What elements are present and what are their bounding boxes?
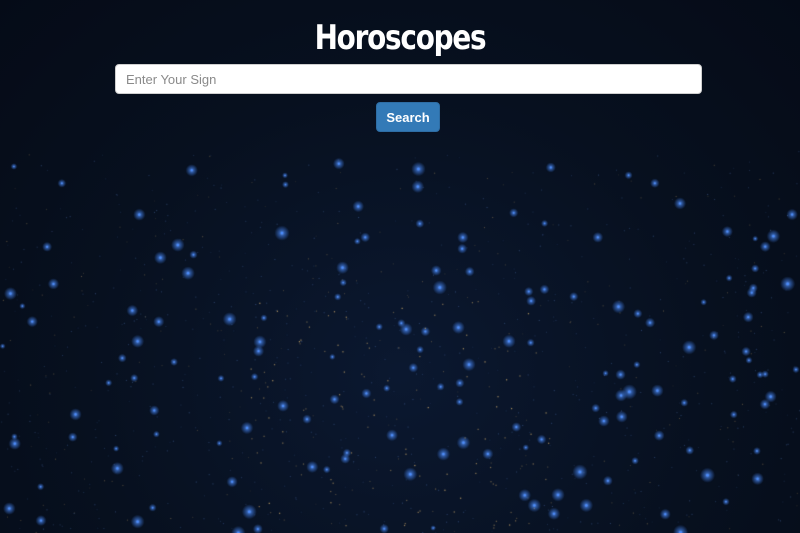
sign-search-input[interactable] — [115, 64, 702, 94]
page-title: Horoscopes — [314, 18, 487, 58]
search-button[interactable]: Search — [376, 102, 440, 132]
